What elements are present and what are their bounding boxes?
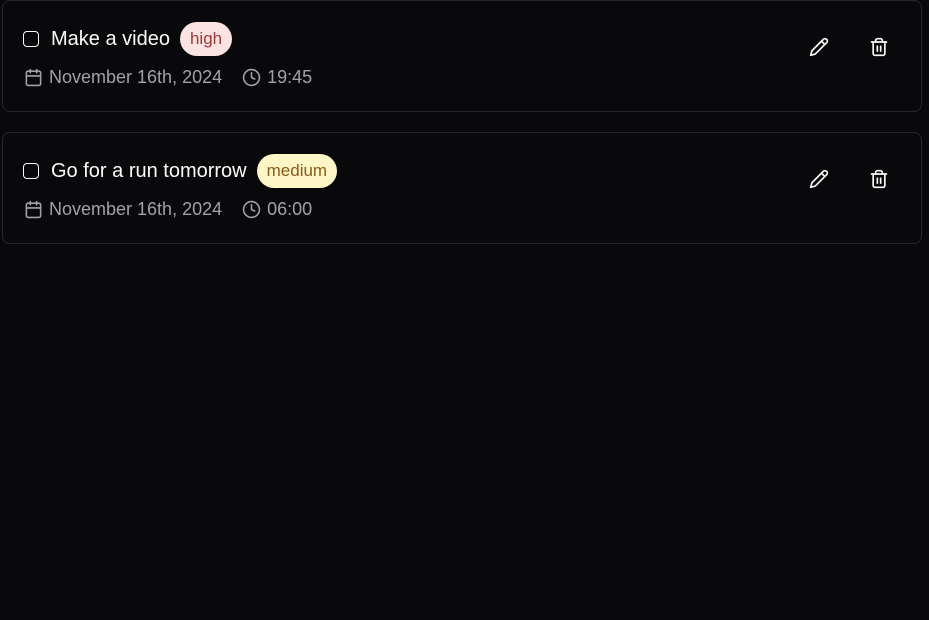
task-title-row: Make a video high <box>23 21 233 57</box>
task-card: Make a video high November 16th, 2024 19… <box>2 0 922 112</box>
task-date-text: November 16th, 2024 <box>49 67 223 87</box>
task-checkbox[interactable] <box>23 163 39 179</box>
task-actions <box>777 29 897 65</box>
delete-button[interactable] <box>861 29 897 65</box>
task-time: 06:00 <box>242 199 312 220</box>
task-time-text: 19:45 <box>267 67 313 87</box>
task-date-text: November 16th, 2024 <box>49 199 223 219</box>
trash-icon <box>870 169 888 189</box>
delete-button[interactable] <box>861 161 897 197</box>
trash-icon <box>870 37 888 57</box>
priority-badge: medium <box>256 154 338 188</box>
task-title: Go for a run tomorrow <box>51 159 247 182</box>
calendar-icon <box>24 68 43 87</box>
task-title: Make a video <box>51 27 170 50</box>
task-time-text: 06:00 <box>267 199 313 219</box>
calendar-icon <box>24 200 43 219</box>
task-meta: November 16th, 2024 06:00 <box>24 199 332 220</box>
task-meta: November 16th, 2024 19:45 <box>24 67 332 88</box>
task-card: Go for a run tomorrow medium November 16… <box>2 132 922 244</box>
task-time: 19:45 <box>242 67 312 88</box>
task-title-row: Go for a run tomorrow medium <box>23 153 338 189</box>
task-date: November 16th, 2024 <box>24 199 222 220</box>
edit-button[interactable] <box>801 29 837 65</box>
task-checkbox[interactable] <box>23 31 39 47</box>
pencil-icon <box>809 169 829 189</box>
task-actions <box>777 161 897 197</box>
pencil-icon <box>809 37 829 57</box>
priority-badge: high <box>179 22 233 56</box>
edit-button[interactable] <box>801 161 837 197</box>
clock-icon <box>242 68 261 87</box>
clock-icon <box>242 200 261 219</box>
task-date: November 16th, 2024 <box>24 67 222 88</box>
task-list: Make a video high November 16th, 2024 19… <box>2 0 922 264</box>
